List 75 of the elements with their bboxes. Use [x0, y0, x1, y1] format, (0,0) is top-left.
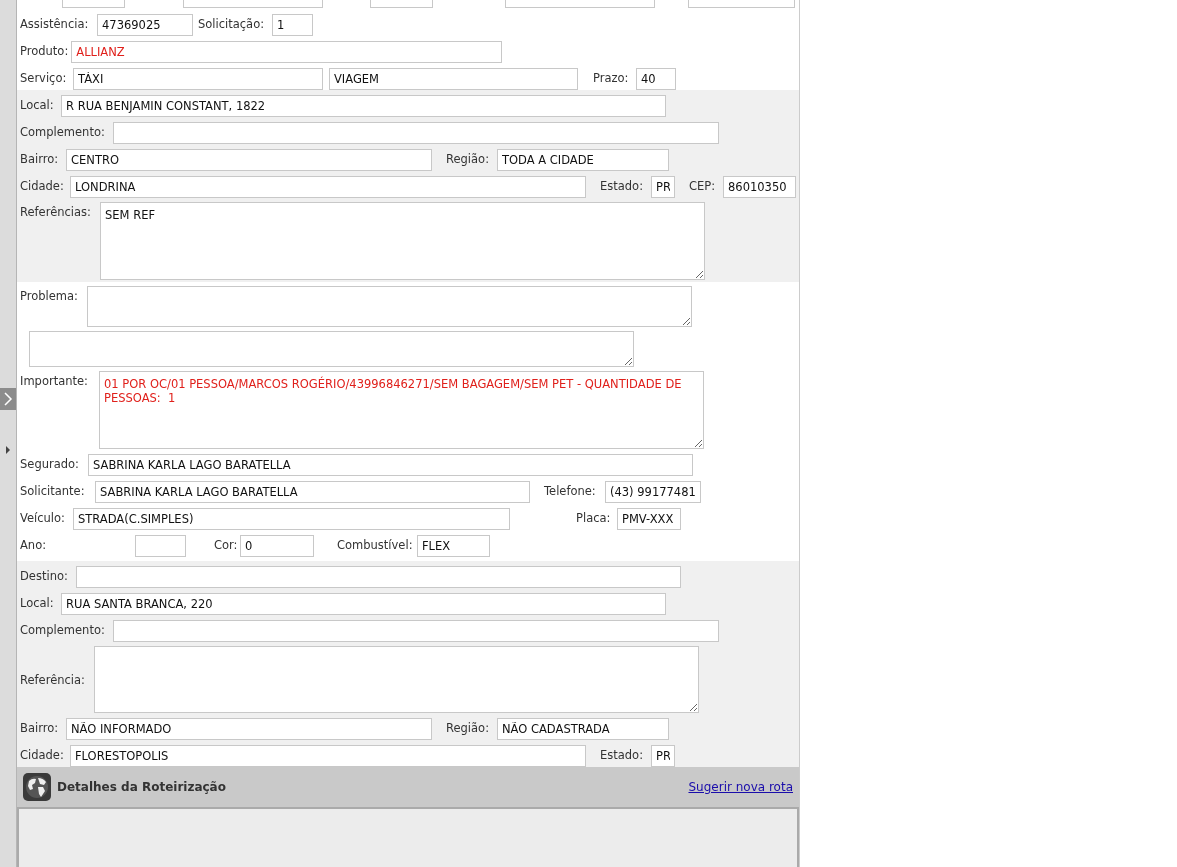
input-field[interactable]: STRADA(C.SIMPLES)	[73, 508, 510, 530]
input-field[interactable]	[135, 535, 186, 557]
input-field[interactable]: TÁXI	[73, 68, 323, 90]
input-field[interactable]	[113, 122, 719, 144]
suggest-route-link[interactable]: Sugerir nova rota	[688, 780, 793, 794]
input-field[interactable]: R RUA BENJAMIN CONSTANT, 1822	[61, 95, 666, 117]
text-area[interactable]: 01 POR OC/01 PESSOA/MARCOS ROGÉRIO/43996846271/SEM BAGAGEM/SEM PET - QUANTIDADE DE PESSOAS: 1	[99, 371, 704, 449]
field-label: Produto:	[20, 43, 69, 60]
field-label: Bairro:	[20, 151, 60, 168]
field-label: Local:	[20, 97, 55, 114]
input-field[interactable]	[505, 0, 655, 8]
field-label: CEP:	[689, 178, 717, 195]
input-field[interactable]: PR	[651, 745, 675, 767]
field-label: Referências:	[20, 204, 92, 221]
text-area[interactable]	[29, 331, 634, 367]
section-title: Detalhes da Roteirização	[57, 780, 226, 794]
field-label: Bairro:	[20, 720, 60, 737]
text-area[interactable]	[94, 646, 699, 713]
input-field[interactable]: (43) 99177481	[605, 481, 701, 503]
input-field[interactable]: PMV-XXX	[617, 508, 681, 530]
input-field[interactable]: TODA A CIDADE	[497, 149, 669, 171]
chevron-right-icon	[3, 392, 13, 406]
field-label: Cidade:	[20, 747, 65, 764]
panel-toggle-button[interactable]	[0, 388, 16, 410]
input-field[interactable]: ALLIANZ	[71, 41, 503, 63]
input-field[interactable]: 1	[272, 14, 313, 36]
input-field[interactable]: FLORESTOPOLIS	[70, 745, 586, 767]
input-field[interactable]	[183, 0, 323, 8]
field-label: Solicitação:	[198, 16, 266, 33]
field-label: Cor:	[214, 537, 238, 554]
input-field[interactable]: 0	[240, 535, 314, 557]
input-field[interactable]	[370, 0, 433, 8]
text-area[interactable]	[87, 286, 692, 327]
input-field[interactable]: 86010350	[723, 176, 796, 198]
globe-icon	[23, 773, 51, 801]
field-label: Veículo:	[20, 510, 66, 527]
text-area[interactable]: SEM REF	[100, 202, 705, 280]
field-label: Ano:	[20, 537, 48, 554]
input-field[interactable]: SABRINA KARLA LAGO BARATELLA	[95, 481, 530, 503]
input-field[interactable]	[113, 620, 719, 642]
input-field[interactable]: 40	[636, 68, 676, 90]
field-label: Estado:	[600, 178, 645, 195]
input-field[interactable]: NÃO CADASTRADA	[497, 718, 669, 740]
field-label: Assistência:	[20, 16, 90, 33]
field-label: Destino:	[20, 568, 69, 585]
field-label: Problema:	[20, 288, 79, 305]
input-field[interactable]: SABRINA KARLA LAGO BARATELLA	[88, 454, 693, 476]
field-label: Cidade:	[20, 178, 65, 195]
input-field[interactable]: PR	[651, 176, 675, 198]
field-label: Telefone:	[544, 483, 597, 500]
field-label: Estado:	[600, 747, 645, 764]
input-field[interactable]	[76, 566, 681, 588]
field-label: Referência:	[20, 671, 86, 689]
field-label: Solicitante:	[20, 483, 86, 500]
input-field[interactable]: NÃO INFORMADO	[66, 718, 432, 740]
input-field[interactable]: 47369025	[97, 14, 193, 36]
field-label: Placa:	[576, 510, 612, 527]
input-field[interactable]	[688, 0, 795, 8]
field-label: Complemento:	[20, 622, 106, 639]
field-label: Serviço:	[20, 70, 68, 87]
expand-arrow-icon[interactable]	[5, 446, 11, 454]
field-label: Importante:	[20, 373, 89, 390]
input-field[interactable]	[62, 0, 125, 8]
field-label: Região:	[446, 151, 490, 168]
field-label: Complemento:	[20, 124, 106, 141]
input-field[interactable]: CENTRO	[66, 149, 432, 171]
input-field[interactable]: FLEX	[417, 535, 490, 557]
field-label: Local:	[20, 595, 55, 612]
input-field[interactable]: VIAGEM	[329, 68, 578, 90]
field-label: Segurado:	[20, 456, 80, 473]
input-field[interactable]: RUA SANTA BRANCA, 220	[61, 593, 666, 615]
field-label: Combustível:	[337, 537, 414, 554]
input-field[interactable]: LONDRINA	[70, 176, 586, 198]
field-label: Região:	[446, 720, 490, 737]
field-label: Prazo:	[593, 70, 630, 87]
